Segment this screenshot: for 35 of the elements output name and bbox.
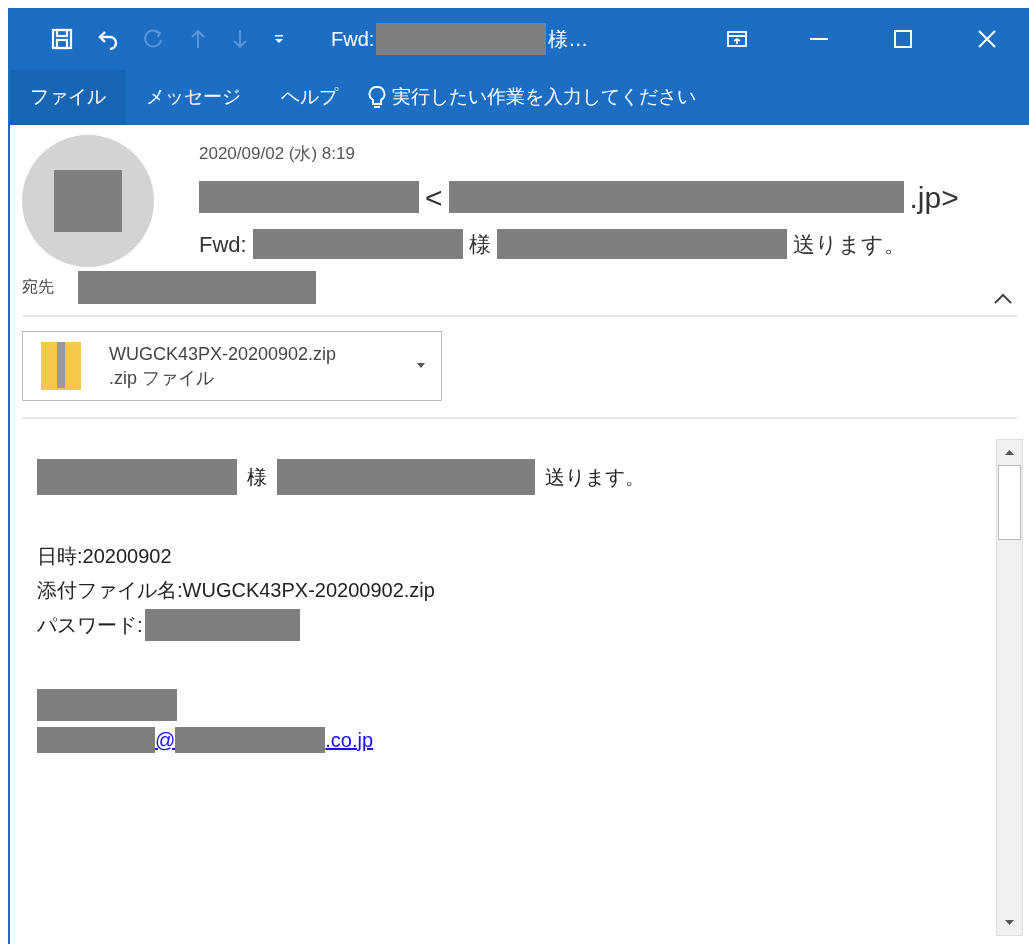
collapse-button[interactable] [993, 293, 1013, 305]
save-icon[interactable] [50, 27, 74, 51]
chevron-icon [993, 293, 1013, 305]
menu-tab[interactable]: ファイル [10, 70, 126, 125]
date-text: 2020/09/02 (水) 8:19 [199, 143, 356, 165]
menu-tab[interactable]: メッセージ [126, 70, 261, 125]
menu-tab[interactable]: ヘルプ [261, 70, 358, 125]
text: パスワード: [37, 613, 143, 638]
close-icon [978, 30, 996, 48]
attachment-type: .zip ファイル [109, 367, 215, 390]
text: .jp> [909, 179, 959, 216]
email-link[interactable]: @ .co.jp [37, 725, 374, 755]
text: 様… [548, 27, 589, 52]
text: 日時:20200902 [37, 544, 172, 569]
text: Fwd: [199, 230, 247, 259]
text: 送ります。 [792, 230, 906, 259]
text: 様 [247, 465, 267, 490]
dropdown-icon [417, 363, 425, 369]
to-label: 宛先 [22, 277, 54, 297]
text: Fwd: [331, 27, 375, 52]
scrollbar[interactable] [996, 439, 1023, 936]
lightbulb-icon [368, 84, 386, 111]
tell-me-field[interactable]: 実行したい作業を入力してください [368, 83, 712, 112]
attachment-card[interactable]: WUGCK43PX-20200902.zip .zip ファイル [22, 331, 442, 401]
scroll-thumb[interactable] [998, 465, 1021, 540]
text: 送ります。 [545, 465, 645, 490]
text: 添付ファイル名:WUGCK43PX-20200902.zip [37, 578, 435, 603]
text: < [425, 179, 443, 216]
attachment-name: WUGCK43PX-20200902.zip [109, 343, 337, 366]
ribbon-display-icon [727, 31, 747, 47]
zip-folder-icon [39, 340, 83, 392]
maximize-icon [894, 30, 912, 48]
minimize-icon [810, 38, 828, 40]
text: 様 [468, 230, 491, 259]
customize-icon[interactable] [272, 32, 286, 46]
